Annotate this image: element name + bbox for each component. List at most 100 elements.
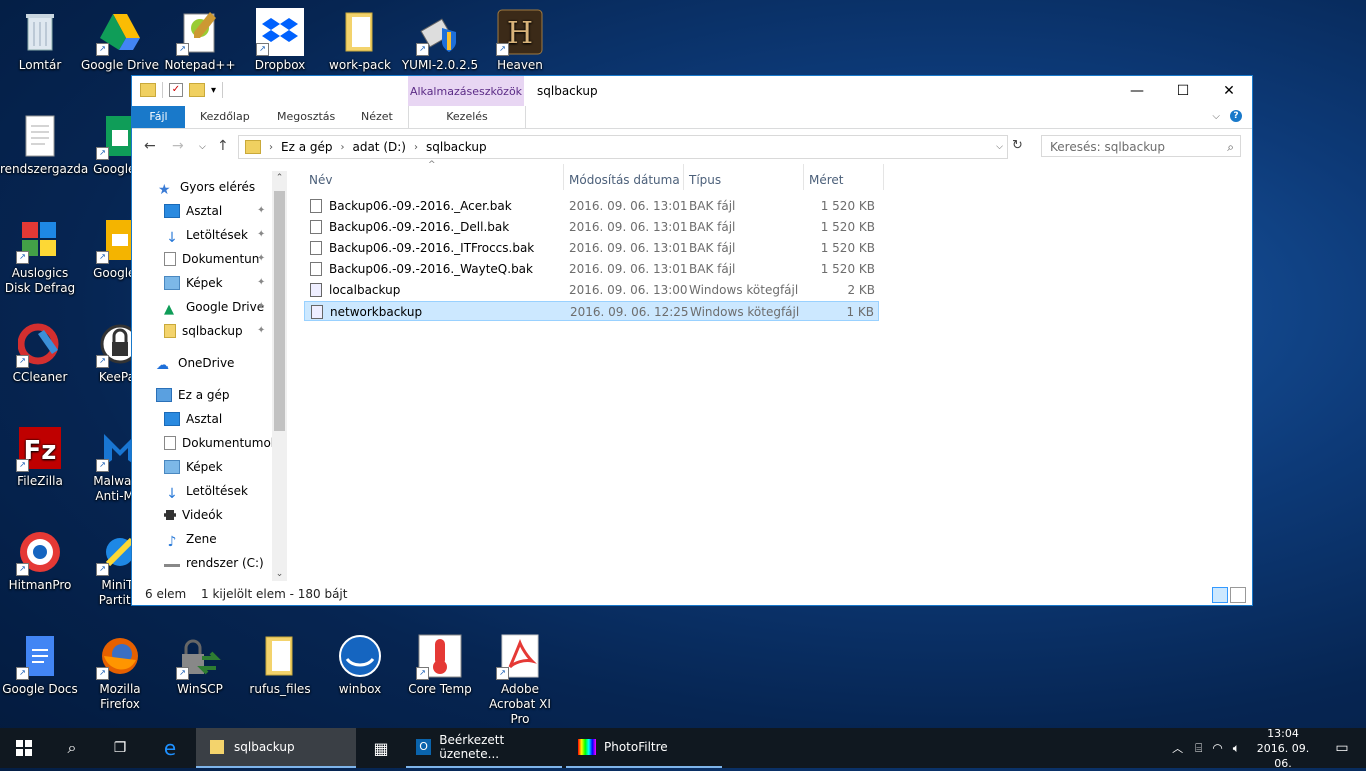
desktop-icon-google-drive[interactable]: ↗ Google Drive (80, 8, 160, 73)
desktop-icon-core-temp[interactable]: ↗ Core Temp (400, 632, 480, 697)
new-folder-icon[interactable] (189, 83, 205, 97)
nav-pc-desktop[interactable]: Asztal (164, 409, 222, 429)
file-type: BAK fájl (689, 262, 736, 276)
desktop-icon-work-pack[interactable]: work-pack (320, 8, 400, 73)
desktop-icon-dropbox[interactable]: ↗ Dropbox (240, 8, 320, 73)
scrollbar-thumb[interactable] (274, 191, 285, 431)
details-view-button[interactable] (1212, 587, 1228, 603)
search-button[interactable]: ⌕ (48, 728, 96, 768)
expand-ribbon-icon[interactable]: ⌵ (1212, 111, 1220, 122)
help-icon[interactable]: ? (1230, 110, 1242, 122)
tab-file[interactable]: Fájl (132, 106, 185, 128)
file-row[interactable]: localbackup 2016. 09. 06. 13:00 Windows … (304, 280, 879, 300)
column-header-type[interactable]: Típus (689, 168, 721, 192)
desktop-icon-firefox[interactable]: ↗ Mozilla Firefox (80, 632, 160, 712)
nav-pc-music[interactable]: ♪ Zene (164, 529, 217, 550)
batch-file-icon (311, 305, 323, 319)
column-header-name[interactable]: Név (309, 168, 332, 192)
desktop-icon-rufus-files[interactable]: rufus_files (240, 632, 320, 697)
maximize-button[interactable]: ☐ (1160, 76, 1206, 106)
nav-quick-access[interactable]: ★ Gyors elérés (158, 177, 255, 198)
column-header-date[interactable]: Módosítás dátuma (569, 168, 680, 192)
nav-this-pc[interactable]: Ez a gép (156, 385, 229, 405)
nav-pc-documents[interactable]: Dokumentumok (164, 433, 278, 453)
nav-onedrive[interactable]: ☁ OneDrive (156, 353, 234, 373)
network-icon[interactable]: ⌸ (1195, 741, 1202, 756)
title-bar[interactable]: ✓ ▾ Alkalmazáseszközök sqlbackup — ☐ ✕ (132, 76, 1252, 106)
chevron-right-icon[interactable]: › (269, 142, 273, 153)
address-bar[interactable]: › Ez a gép › adat (D:) › sqlbackup ⌵ (238, 135, 1008, 159)
file-icon (310, 262, 322, 276)
nav-quick-pictures[interactable]: Képek ✦ (164, 273, 287, 293)
action-center-icon[interactable]: ▭ (1318, 740, 1366, 756)
nav-quick-desktop[interactable]: Asztal ✦ (164, 201, 287, 221)
desktop-icon-hitmanpro[interactable]: ↗ HitmanPro (0, 528, 80, 593)
task-view-button[interactable]: ❐ (96, 728, 144, 768)
store-button[interactable]: ▦ (358, 728, 404, 768)
file-row[interactable]: Backup06.-09.-2016._WayteQ.bak 2016. 09.… (304, 259, 879, 279)
taskbar-outlook[interactable]: O Beérkezett üzenete... (406, 728, 562, 768)
tab-manage[interactable]: Kezelés (408, 106, 526, 128)
up-button[interactable]: ↑ (217, 138, 229, 154)
nav-pc-pictures[interactable]: Képek (164, 457, 223, 477)
column-header-size[interactable]: Méret (809, 168, 844, 192)
edge-button[interactable]: e (144, 728, 196, 768)
search-input[interactable]: Keresés: sqlbackup ⌕ (1041, 135, 1241, 157)
breadcrumb-this-pc[interactable]: Ez a gép (281, 140, 332, 154)
refresh-button[interactable]: ↻ (1012, 138, 1023, 153)
customize-toolbar-icon[interactable]: ▾ (211, 85, 216, 96)
volume-icon[interactable]: 🔈︎ (1233, 741, 1240, 756)
address-dropdown-icon[interactable]: ⌵ (996, 142, 1003, 152)
recent-locations-button[interactable]: ⌵ (199, 142, 206, 152)
desktop-icon-ccleaner[interactable]: ↗ CCleaner (0, 320, 80, 385)
scroll-up-icon[interactable]: ⌃ (272, 173, 287, 183)
desktop-icon-filezilla[interactable]: Fz ↗ FileZilla (0, 424, 80, 489)
desktop-icon-recycle-bin[interactable]: Lomtár (0, 8, 80, 73)
file-row[interactable]: Backup06.-09.-2016._ITFroccs.bak 2016. 0… (304, 238, 879, 258)
nav-quick-documents[interactable]: Dokumentun ✦ (164, 249, 287, 269)
properties-icon[interactable]: ✓ (169, 83, 183, 97)
desktop-icon-google-docs[interactable]: ↗ Google Docs (0, 632, 80, 697)
desktop-icon-auslogics[interactable]: ↗ Auslogics Disk Defrag (0, 216, 80, 296)
chevron-right-icon[interactable]: › (340, 142, 344, 153)
breadcrumb-drive-d[interactable]: adat (D:) (352, 140, 406, 154)
file-row[interactable]: Backup06.-09.-2016._Dell.bak 2016. 09. 0… (304, 217, 879, 237)
nav-label: Letöltések (186, 228, 248, 242)
nav-quick-downloads[interactable]: ↓ Letöltések ✦ (164, 225, 287, 246)
nav-quick-sqlbackup[interactable]: sqlbackup ✦ (164, 321, 287, 341)
breadcrumb-sqlbackup[interactable]: sqlbackup (426, 140, 487, 154)
wifi-icon[interactable]: ◠ (1212, 741, 1222, 755)
desktop-icon-winbox[interactable]: winbox (320, 632, 400, 697)
desktop-icon-yumi[interactable]: ↗ YUMI-2.0.2.5 (400, 8, 480, 73)
desktop-icon-heaven[interactable]: H ↗ Heaven (480, 8, 560, 73)
clock[interactable]: 13:04 2016. 09. 06. (1248, 726, 1318, 771)
taskbar-explorer[interactable]: sqlbackup (196, 728, 356, 768)
close-button[interactable]: ✕ (1206, 76, 1252, 106)
nav-quick-google-drive[interactable]: ▲ Google Drive ✦ (164, 297, 287, 317)
show-hidden-icons-icon[interactable]: ︿ (1172, 740, 1183, 756)
desktop-icon-rendszergazda[interactable]: rendszergazda (0, 112, 88, 177)
tab-home[interactable]: Kezdőlap (200, 106, 250, 128)
back-button[interactable]: ← (144, 138, 156, 154)
tab-share[interactable]: Megosztás (277, 106, 335, 128)
desktop-icon-notepadpp[interactable]: ↗ Notepad++ (160, 8, 240, 73)
chevron-right-icon[interactable]: › (414, 142, 418, 153)
large-icons-view-button[interactable] (1230, 587, 1246, 603)
file-row[interactable]: Backup06.-09.-2016._Acer.bak 2016. 09. 0… (304, 196, 879, 216)
forward-button[interactable]: → (172, 138, 184, 154)
nav-pc-videos[interactable]: Videók (164, 505, 223, 525)
taskbar-photofiltre[interactable]: PhotoFiltre (566, 728, 722, 768)
scroll-down-icon[interactable]: ⌄ (272, 569, 287, 579)
desktop-icon-acrobat[interactable]: ↗ Adobe Acrobat XI Pro (480, 632, 560, 727)
nav-pc-downloads[interactable]: ↓ Letöltések (164, 481, 248, 502)
nav-pc-drive-c[interactable]: rendszer (C:) (164, 553, 264, 573)
start-button[interactable] (0, 728, 48, 768)
taskbar-label: Beérkezett üzenete... (439, 733, 505, 761)
nav-pane-scrollbar[interactable]: ⌃ ⌄ (272, 171, 287, 581)
file-name: Backup06.-09.-2016._ITFroccs.bak (329, 241, 535, 255)
file-row-selected[interactable]: networkbackup 2016. 09. 06. 12:25 Window… (304, 301, 879, 321)
tab-view[interactable]: Nézet (361, 106, 393, 128)
desktop-icon-winscp[interactable]: ↗ WinSCP (160, 632, 240, 697)
file-size: 1 KB (846, 305, 874, 319)
minimize-button[interactable]: — (1114, 76, 1160, 106)
